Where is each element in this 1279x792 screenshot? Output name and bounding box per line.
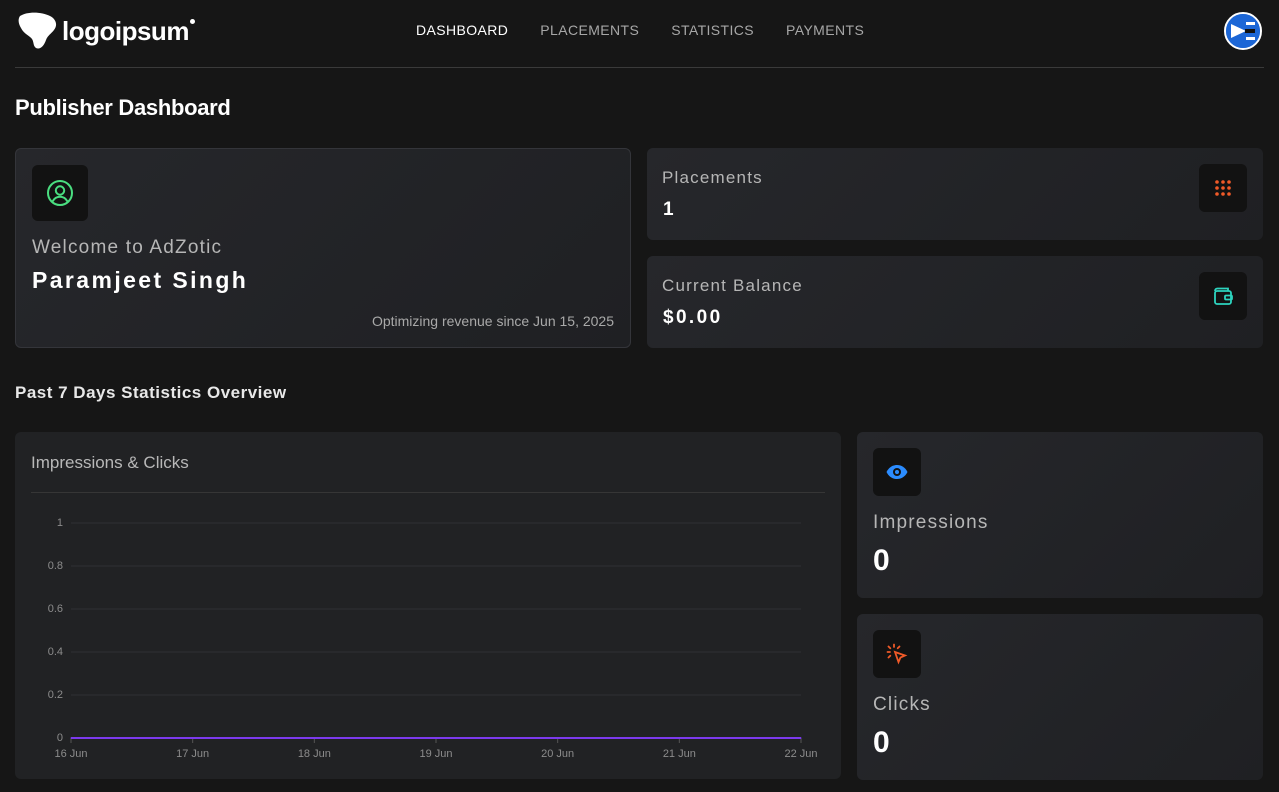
page-title: Publisher Dashboard [15, 95, 231, 120]
x-tick-label: 20 Jun [541, 748, 574, 760]
x-tick-label: 16 Jun [54, 748, 87, 760]
data-point [435, 737, 437, 739]
user-circle-icon [47, 180, 73, 206]
balance-label: Current Balance [662, 276, 803, 295]
cursor-click-icon [886, 643, 908, 665]
y-tick-label: 0.2 [48, 689, 63, 701]
placements-value: 1 [663, 199, 676, 220]
member-since-text: Optimizing revenue since Jun 15, 2025 [371, 313, 614, 329]
clicks-icon-box [873, 630, 921, 678]
impressions-value: 0 [873, 544, 891, 577]
clicks-card[interactable]: Clicks 0 [857, 614, 1263, 780]
placements-label: Placements [662, 168, 763, 187]
balance-card[interactable]: Current Balance $0.00 [647, 256, 1263, 348]
main-nav: DASHBOARD PLACEMENTS STATISTICS PAYMENTS [416, 22, 864, 38]
welcome-card: Welcome to AdZotic Paramjeet Singh Optim… [15, 148, 631, 348]
clicks-label: Clicks [873, 694, 931, 715]
data-point [557, 737, 559, 739]
x-tick-label: 21 Jun [663, 748, 696, 760]
line-chart: 0 0.2 0.4 0.6 0.8 1 16 Jun 17 Jun 18 Jun 19 Jun 20… [48, 517, 818, 760]
logo-text: logoipsum [62, 15, 189, 46]
welcome-icon-box [32, 165, 88, 221]
logo[interactable]: logoipsum [18, 12, 195, 50]
data-point [800, 737, 802, 739]
welcome-label: Welcome to AdZotic [32, 237, 223, 258]
balance-icon-box [1199, 272, 1247, 320]
impressions-card[interactable]: Impressions 0 [857, 432, 1263, 598]
wallet-icon [1214, 287, 1233, 305]
balance-value: $0.00 [663, 307, 723, 328]
y-tick-label: 0.4 [48, 646, 63, 658]
data-point [678, 737, 680, 739]
logo-dot [189, 18, 195, 24]
y-tick-label: 0.6 [48, 603, 63, 615]
clicks-value: 0 [873, 726, 891, 759]
nav-item-placements[interactable]: PLACEMENTS [540, 22, 639, 38]
data-point [192, 737, 194, 739]
data-point [70, 737, 72, 739]
nav-item-statistics[interactable]: STATISTICS [671, 22, 754, 38]
publisher-name: Paramjeet Singh [32, 267, 249, 293]
user-avatar-button[interactable] [1224, 12, 1262, 50]
impressions-clicks-chart-card: Impressions & Clicks 0 0.2 0.4 0.6 0.8 1 16 Ju… [15, 432, 841, 779]
placements-card[interactable]: Placements 1 [647, 148, 1263, 240]
nav-item-payments[interactable]: PAYMENTS [786, 22, 864, 38]
x-tick-label: 22 Jun [784, 748, 817, 760]
data-point [313, 737, 315, 739]
user-avatar-icon [1226, 14, 1260, 48]
x-tick-label: 18 Jun [298, 748, 331, 760]
y-tick-label: 0 [57, 732, 63, 744]
statistics-section-title: Past 7 Days Statistics Overview [15, 383, 287, 402]
x-tick-label: 19 Jun [419, 748, 452, 760]
grid-dots-icon [1215, 180, 1231, 196]
y-tick-label: 0.8 [48, 560, 63, 572]
top-navigation-bar: logoipsum DASHBOARD PLACEMENTS STATISTIC… [15, 0, 1264, 68]
logo-mark-icon [18, 12, 57, 49]
impressions-label: Impressions [873, 512, 989, 533]
y-tick-label: 1 [57, 517, 63, 529]
x-tick-label: 17 Jun [176, 748, 209, 760]
impressions-icon-box [873, 448, 921, 496]
nav-item-dashboard[interactable]: DASHBOARD [416, 22, 508, 38]
eye-icon [886, 465, 908, 479]
placements-icon-box [1199, 164, 1247, 212]
